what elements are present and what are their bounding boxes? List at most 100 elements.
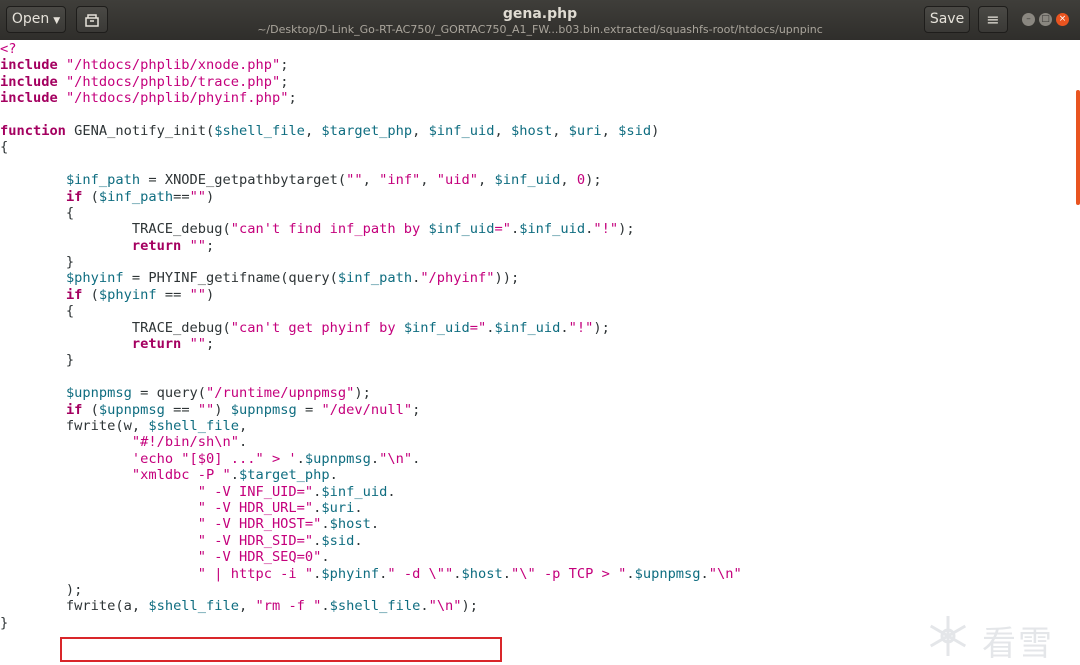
code-token: , <box>494 122 511 139</box>
code-token: . <box>453 565 462 582</box>
code-token: TRACE_debug( <box>0 221 231 238</box>
code-line[interactable]: " -V HDR_SID=".$sid. <box>0 533 742 549</box>
code-token: $inf_path <box>98 188 174 205</box>
code-token: { <box>0 139 9 156</box>
code-line[interactable]: " -V INF_UID=".$inf_uid. <box>0 484 742 500</box>
code-token: . <box>370 450 380 467</box>
code-token: $inf_uid <box>494 319 561 336</box>
code-token: $inf_path <box>337 270 413 287</box>
code-token: "\" -p TCP > " <box>510 565 627 582</box>
code-token: " -V HDR_SEQ=0" <box>197 549 322 566</box>
code-line[interactable]: if ($phyinf == "") <box>0 287 742 303</box>
maximize-icon[interactable]: □ <box>1039 13 1052 26</box>
code-token: "" <box>189 237 207 254</box>
code-line[interactable]: TRACE_debug("can't get phyinf by $inf_ui… <box>0 320 742 336</box>
code-line[interactable]: { <box>0 205 742 221</box>
code-token: ); <box>618 221 635 238</box>
hamburger-menu-icon[interactable]: ≡ <box>978 6 1008 33</box>
code-token: <? <box>0 41 17 57</box>
code-line[interactable]: " | httpc -i ".$phyinf." -d \"".$host."\… <box>0 566 742 582</box>
code-token: "\n" <box>428 598 462 615</box>
file-path: ~/Desktop/D-Link_Go-RT-AC750/_GORTAC750_… <box>257 23 823 36</box>
code-line[interactable]: } <box>0 615 742 631</box>
code-line[interactable]: "#!/bin/sh\n". <box>0 434 742 450</box>
code-line[interactable]: $phyinf = PHYINF_getifname(query($inf_pa… <box>0 270 742 286</box>
code-line[interactable]: return ""; <box>0 238 742 254</box>
minimize-icon[interactable]: – <box>1022 13 1035 26</box>
scrollbar[interactable] <box>1076 90 1080 205</box>
code-line[interactable] <box>0 369 742 385</box>
code-token: $shell_file <box>148 417 239 434</box>
code-token: . <box>370 516 380 533</box>
code-token: $shell_file <box>214 122 305 139</box>
code-line[interactable]: include "/htdocs/phplib/xnode.php"; <box>0 57 742 73</box>
code-token: ); <box>354 385 371 402</box>
code-token: $target_php <box>239 467 330 484</box>
code-token: . <box>230 467 239 484</box>
code-line[interactable]: include "/htdocs/phplib/phyinf.php"; <box>0 90 742 106</box>
text-editor[interactable]: <? include "/htdocs/phplib/xnode.php"; inc… <box>0 40 1080 664</box>
code-view[interactable]: <? include "/htdocs/phplib/xnode.php"; inc… <box>0 41 742 631</box>
code-line[interactable]: "xmldbc -P ".$target_php. <box>0 467 742 483</box>
code-line[interactable]: 'echo "[$0] ..." > '.$upnpmsg."\n". <box>0 451 742 467</box>
code-line[interactable]: include "/htdocs/phplib/trace.php"; <box>0 74 742 90</box>
header-bar: Open ▼ gena.php ~/Desktop/D-Link_Go-RT-AC… <box>0 0 1080 40</box>
code-token: $upnpmsg <box>634 565 701 582</box>
code-line[interactable]: $inf_path = XNODE_getpathbytarget("", "i… <box>0 172 742 188</box>
code-line[interactable]: $upnpmsg = query("/runtime/upnpmsg"); <box>0 385 742 401</box>
code-token: "/runtime/upnpmsg" <box>206 385 355 402</box>
code-token: if <box>65 401 83 418</box>
code-token: ; <box>206 336 215 353</box>
code-line[interactable]: <? <box>0 41 742 57</box>
code-token: include <box>0 57 58 74</box>
code-token: = XNODE_getpathbytarget( <box>140 172 347 189</box>
code-token: . <box>296 450 305 467</box>
code-token: . <box>700 565 709 582</box>
code-line[interactable]: } <box>0 254 742 270</box>
code-token: =" <box>469 319 487 336</box>
code-line[interactable]: fwrite(a, $shell_file, "rm -f ".$shell_f… <box>0 598 742 614</box>
code-line[interactable]: " -V HDR_SEQ=0". <box>0 549 742 565</box>
code-line[interactable]: fwrite(w, $shell_file, <box>0 418 742 434</box>
code-line[interactable]: ); <box>0 582 742 598</box>
code-token: $upnpmsg <box>304 450 371 467</box>
code-token: $target_php <box>321 122 413 139</box>
code-token: "rm -f " <box>255 598 322 615</box>
code-token: "can't find inf_path by <box>230 221 429 238</box>
code-token: )); <box>494 270 520 287</box>
code-token: { <box>0 303 75 320</box>
code-token: , <box>420 172 437 189</box>
code-line[interactable]: function GENA_notify_init($shell_file, $… <box>0 123 742 139</box>
save-button[interactable]: Save <box>924 6 970 33</box>
code-token: . <box>321 549 330 566</box>
code-token: = <box>296 401 322 418</box>
code-line[interactable]: if ($inf_path=="") <box>0 189 742 205</box>
code-token: , <box>304 122 322 139</box>
code-token: ) <box>206 286 215 303</box>
code-line[interactable]: TRACE_debug("can't find inf_path by $inf… <box>0 221 742 237</box>
code-line[interactable]: { <box>0 139 742 155</box>
code-token: $uri <box>321 499 355 516</box>
code-token: " -d \"" <box>387 565 454 582</box>
code-token: ; <box>288 90 297 107</box>
code-line[interactable]: if ($upnpmsg == "") $upnpmsg = "/dev/nul… <box>0 402 742 418</box>
code-line[interactable] <box>0 107 742 123</box>
code-line[interactable] <box>0 156 742 172</box>
close-icon[interactable]: × <box>1056 13 1069 26</box>
code-line[interactable]: " -V HDR_HOST=".$host. <box>0 516 742 532</box>
code-token: " -V HDR_URL=" <box>197 499 314 516</box>
code-line[interactable]: { <box>0 303 742 319</box>
code-token: "#!/bin/sh\n" <box>131 434 239 451</box>
code-line[interactable]: return ""; <box>0 336 742 352</box>
code-line[interactable]: " -V HDR_URL=".$uri. <box>0 500 742 516</box>
code-token: ); <box>461 598 479 615</box>
code-line[interactable]: } <box>0 352 742 368</box>
code-token: " | httpc -i " <box>197 565 314 582</box>
code-token: "/htdocs/phplib/xnode.php" <box>65 57 281 74</box>
